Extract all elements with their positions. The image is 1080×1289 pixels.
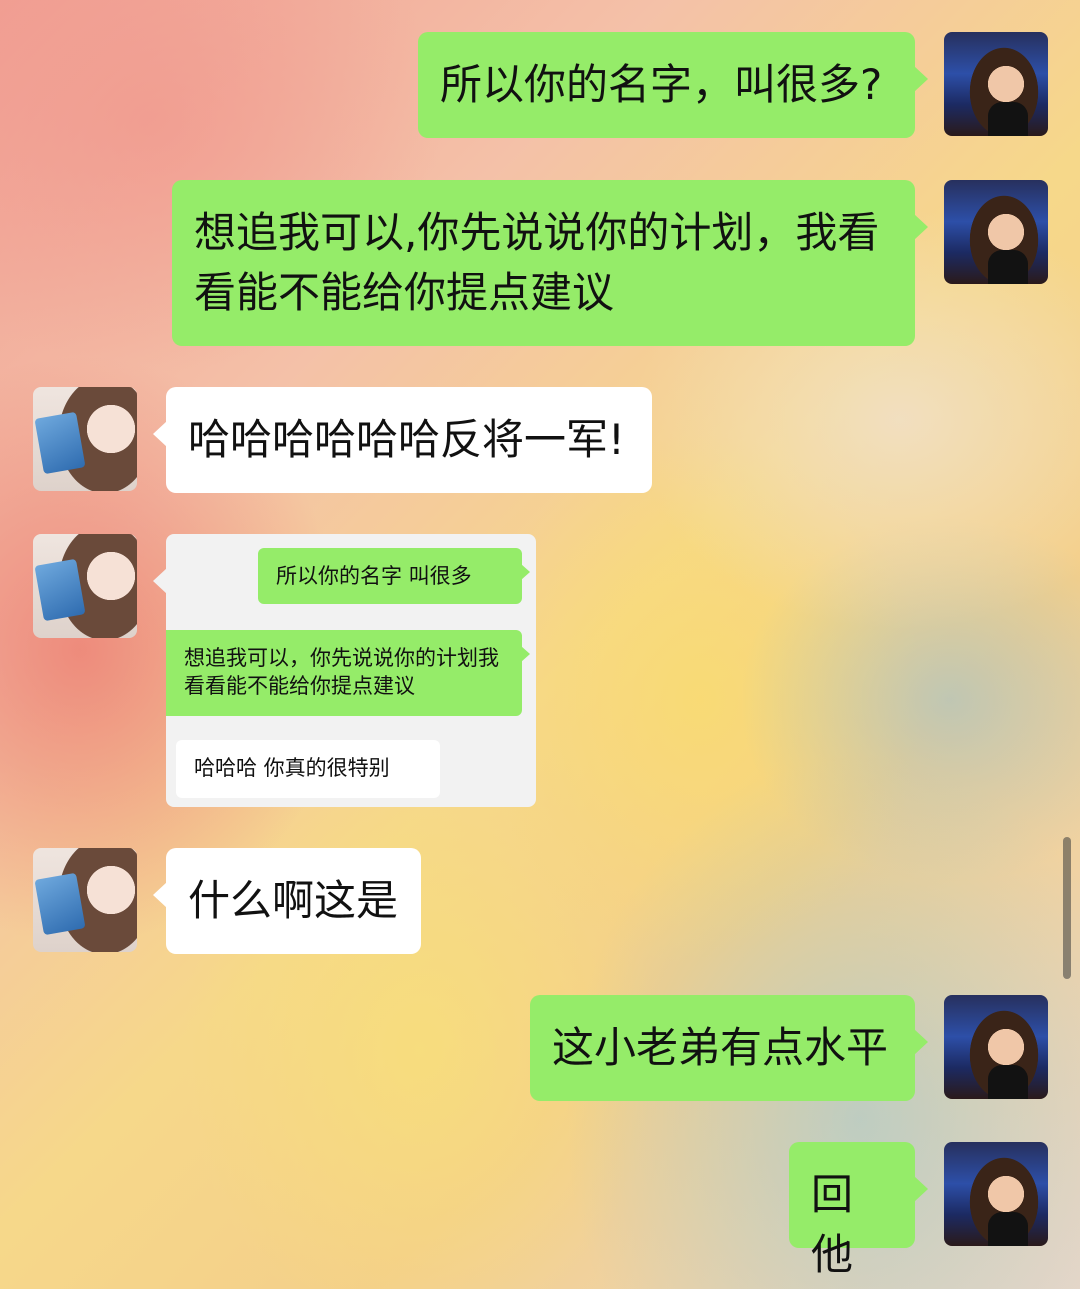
scrollbar[interactable] bbox=[1063, 837, 1071, 979]
contact-avatar[interactable] bbox=[33, 848, 137, 952]
quoted-sent-bubble: 所以你的名字 叫很多 bbox=[258, 548, 530, 604]
sent-message-bubble[interactable]: 所以你的名字，叫很多? bbox=[418, 32, 928, 138]
my-avatar[interactable] bbox=[944, 1142, 1048, 1246]
quoted-sent-bubble: 想追我可以，你先说说你的计划我看看能不能给你提点建议 bbox=[166, 630, 530, 716]
my-avatar[interactable] bbox=[944, 180, 1048, 284]
sent-message-bubble[interactable]: 这小老弟有点水平 bbox=[530, 995, 928, 1101]
received-message-bubble[interactable]: 哈哈哈哈哈哈反将一军! bbox=[153, 387, 652, 493]
contact-avatar[interactable] bbox=[33, 387, 137, 491]
quoted-text: 哈哈哈 你真的很特别 bbox=[194, 756, 390, 780]
message-text: 哈哈哈哈哈哈反将一军! bbox=[188, 415, 625, 464]
quoted-received-bubble: 哈哈哈 你真的很特别 bbox=[176, 740, 440, 798]
received-message-bubble[interactable]: 什么啊这是 bbox=[153, 848, 421, 954]
my-avatar[interactable] bbox=[944, 995, 1048, 1099]
quoted-text: 所以你的名字 叫很多 bbox=[276, 564, 472, 588]
quoted-text: 想追我可以，你先说说你的计划我看看能不能给你提点建议 bbox=[184, 646, 499, 698]
sent-message-bubble[interactable]: 回他 bbox=[789, 1142, 928, 1279]
message-text: 回他 bbox=[811, 1170, 854, 1279]
message-text: 什么啊这是 bbox=[188, 876, 399, 925]
message-text: 这小老弟有点水平 bbox=[552, 1023, 889, 1072]
message-text: 所以你的名字，叫很多? bbox=[440, 60, 883, 109]
shared-screenshot-image[interactable]: 所以你的名字 叫很多 想追我可以，你先说说你的计划我看看能不能给你提点建议 哈哈… bbox=[153, 534, 536, 807]
my-avatar[interactable] bbox=[944, 32, 1048, 136]
contact-avatar[interactable] bbox=[33, 534, 137, 638]
message-text: 想追我可以,你先说说你的计划，我看看能不能给你提点建议 bbox=[194, 208, 880, 317]
sent-message-bubble[interactable]: 想追我可以,你先说说你的计划，我看看能不能给你提点建议 bbox=[172, 180, 928, 346]
